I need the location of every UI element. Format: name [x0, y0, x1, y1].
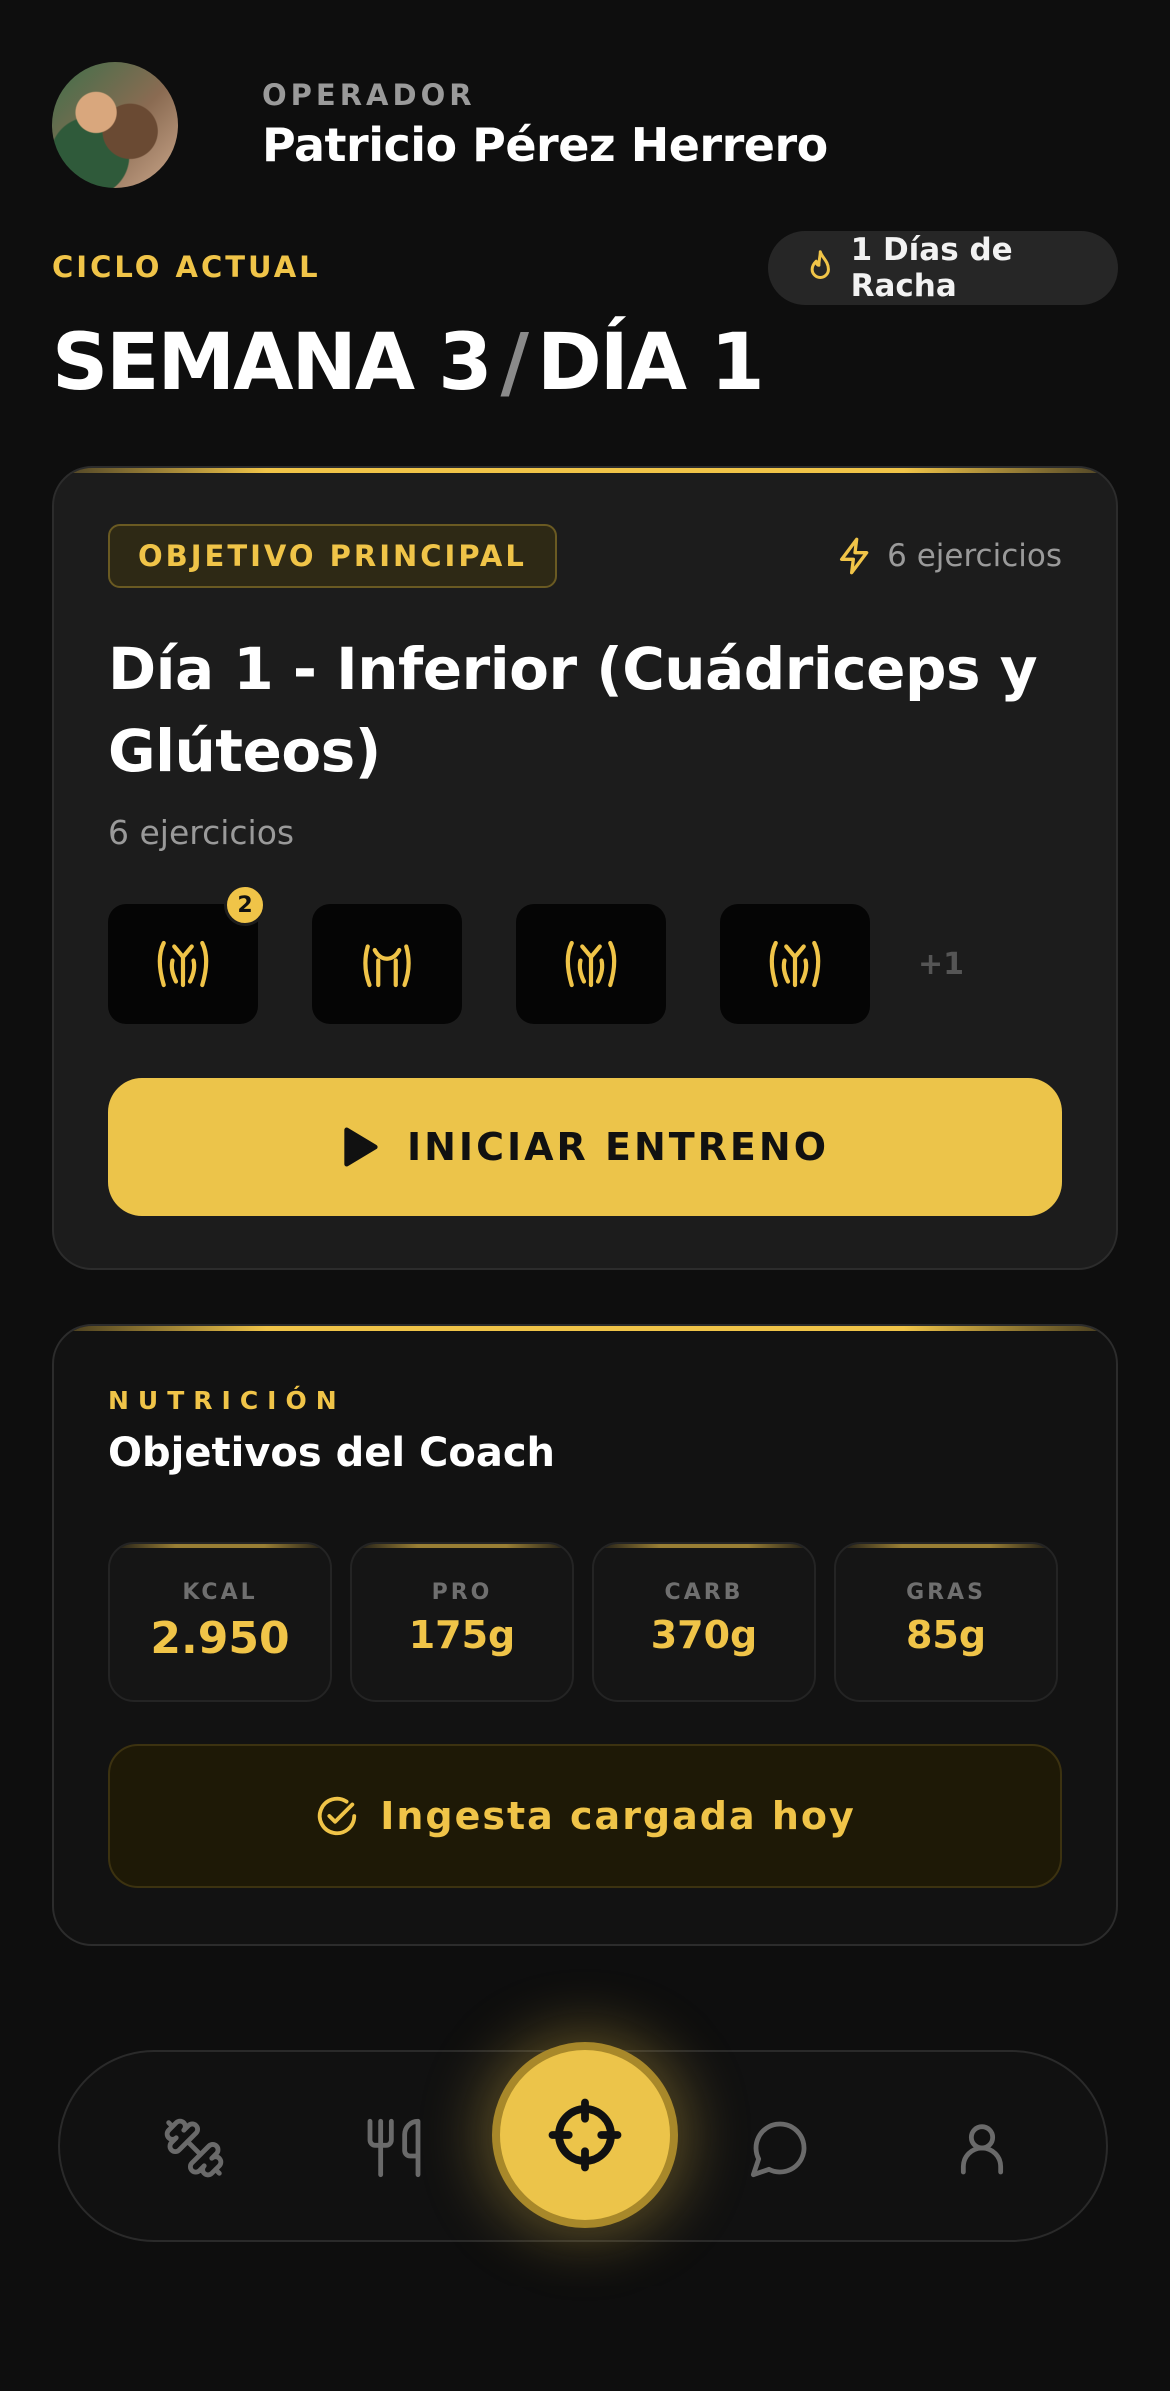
user-name: Patricio Pérez Herrero	[262, 118, 828, 172]
nav-chat[interactable]	[730, 2098, 830, 2198]
week-label: SEMANA 3	[52, 318, 493, 408]
macro-protein: PRO 175g	[350, 1542, 574, 1702]
fork-knife-icon	[367, 2118, 421, 2178]
play-icon	[344, 1127, 378, 1167]
chat-icon	[750, 2121, 807, 2178]
more-exercises-count: +1	[918, 946, 965, 982]
nav-home-active[interactable]	[492, 2042, 678, 2228]
macro-label: GRAS	[906, 1580, 986, 1605]
nav-training[interactable]	[144, 2098, 244, 2198]
lightning-icon	[840, 537, 869, 575]
check-circle-icon	[318, 1796, 357, 1836]
avatar[interactable]	[52, 62, 178, 188]
intake-logged-button[interactable]: Ingesta cargada hoy	[108, 1744, 1062, 1888]
bottom-nav	[58, 2042, 1108, 2242]
glutes-muscle-icon	[363, 944, 411, 988]
title-separator: /	[500, 318, 529, 408]
day-label: DÍA 1	[537, 318, 765, 408]
legs-muscle-icon	[769, 940, 821, 988]
exercise-count: 6 ejercicios	[835, 536, 1062, 576]
intake-label: Ingesta cargada hoy	[380, 1794, 856, 1838]
page-title: SEMANA 3/DÍA 1	[52, 318, 765, 408]
flame-icon	[810, 250, 830, 279]
nutrition-label: NUTRICIÓN	[108, 1386, 346, 1415]
crosshair-icon	[548, 2098, 622, 2172]
exercise-count-label: 6 ejercicios	[887, 538, 1062, 574]
nav-nutrition[interactable]	[344, 2098, 444, 2198]
macro-fat: GRAS 85g	[834, 1542, 1058, 1702]
exercise-thumb[interactable]	[720, 904, 870, 1024]
macro-label: CARB	[664, 1580, 744, 1605]
nutrition-title: Objetivos del Coach	[108, 1430, 556, 1476]
exercise-thumb[interactable]: 2	[108, 884, 266, 1024]
exercise-thumbnails: 2 +1	[108, 884, 965, 1024]
legs-muscle-icon	[565, 940, 617, 988]
user-icon	[960, 2124, 1004, 2175]
card-accent-line	[54, 1326, 1116, 1331]
macro-value: 85g	[905, 1613, 987, 1657]
exercise-thumb[interactable]	[312, 904, 462, 1024]
macro-kcal: KCAL 2.950	[108, 1542, 332, 1702]
workout-subtitle: 6 ejercicios	[108, 813, 295, 852]
profile-header: OPERADOR Patricio Pérez Herrero	[52, 62, 828, 188]
macro-label: PRO	[431, 1580, 493, 1605]
start-workout-button[interactable]: INICIAR ENTRENO	[108, 1078, 1062, 1216]
workout-card: OBJETIVO PRINCIPAL 6 ejercicios Día 1 - …	[52, 466, 1118, 1270]
macro-targets: KCAL 2.950 PRO 175g CARB 370g GRAS 85g	[108, 1542, 1058, 1702]
macro-carbs: CARB 370g	[592, 1542, 816, 1702]
macro-value: 2.950	[150, 1613, 290, 1664]
macro-label: KCAL	[182, 1580, 258, 1605]
macro-value: 175g	[408, 1613, 516, 1657]
start-workout-label: INICIAR ENTRENO	[406, 1125, 829, 1169]
streak-text: 1 Días de Racha	[850, 232, 1013, 304]
exercise-thumb[interactable]	[516, 904, 666, 1024]
cycle-label: CICLO ACTUAL	[52, 250, 321, 284]
nav-profile[interactable]	[932, 2098, 1032, 2198]
nutrition-card: NUTRICIÓN Objetivos del Coach KCAL 2.950…	[52, 1324, 1118, 1946]
user-info: OPERADOR Patricio Pérez Herrero	[262, 78, 828, 172]
legs-muscle-icon	[157, 940, 209, 988]
user-role: OPERADOR	[262, 78, 476, 112]
objective-badge: OBJETIVO PRINCIPAL	[108, 524, 557, 588]
workout-title: Día 1 - Inferior (Cuádriceps y Glúteos)	[108, 635, 1038, 785]
macro-value: 370g	[650, 1613, 758, 1657]
thumb-count-badge: 2	[224, 884, 266, 926]
card-accent-line	[54, 468, 1116, 473]
dumbbell-icon	[164, 2118, 224, 2178]
streak-badge[interactable]: 1 Días de Racha	[768, 231, 1118, 305]
